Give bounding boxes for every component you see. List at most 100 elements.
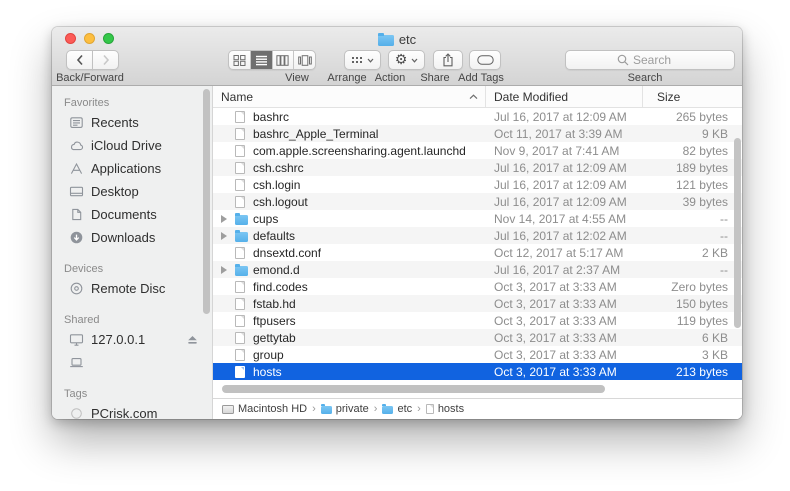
sidebar-item-shared-device[interactable] — [52, 351, 212, 374]
view-columns-button[interactable] — [271, 51, 294, 69]
search-icon — [617, 54, 629, 66]
file-date-modified: Jul 16, 2017 at 12:09 AM — [494, 160, 627, 175]
sidebar-item-documents[interactable]: Documents — [52, 203, 212, 226]
path-separator-icon: › — [312, 402, 316, 415]
file-name: emond.d — [253, 262, 300, 277]
file-name: ftpusers — [253, 313, 296, 328]
file-date-modified: Oct 3, 2017 at 3:33 AM — [494, 347, 617, 362]
file-size: 3 KB — [701, 347, 728, 362]
sidebar-section-devices: Devices Remote Disc — [52, 261, 212, 300]
tag-icon — [476, 55, 494, 65]
drive-icon — [222, 404, 234, 414]
file-name: csh.login — [253, 177, 301, 192]
disc-icon — [69, 282, 84, 295]
share-button[interactable] — [433, 50, 463, 70]
column-header-date-modified[interactable]: Date Modified — [486, 86, 643, 107]
file-row-ftpusers[interactable]: ftpusers Oct 3, 2017 at 3:33 AM 119 bytes — [213, 312, 742, 329]
sidebar-section-shared: Shared 127.0.0.1 — [52, 312, 212, 374]
column-header-name[interactable]: Name — [213, 86, 486, 107]
path-item-label: private — [335, 403, 369, 415]
file-row-cups[interactable]: cups Nov 14, 2017 at 4:55 AM -- — [213, 210, 742, 227]
sidebar-item-remote-disc[interactable]: Remote Disc — [52, 277, 212, 300]
file-name: group — [253, 347, 284, 362]
column-header-size[interactable]: Size — [643, 86, 742, 107]
file-row-hosts[interactable]: hosts Oct 3, 2017 at 3:33 AM 213 bytes — [213, 363, 742, 380]
sidebar-item-desktop[interactable]: Desktop — [52, 180, 212, 203]
path-item-private[interactable]: private — [320, 403, 369, 415]
add-tags-button[interactable] — [469, 50, 501, 70]
file-row-fstab-hd[interactable]: fstab.hd Oct 3, 2017 at 3:33 AM 150 bytes — [213, 295, 742, 312]
file-row-emond-d[interactable]: emond.d Jul 16, 2017 at 2:37 AM -- — [213, 261, 742, 278]
disclosure-triangle-icon[interactable] — [221, 265, 227, 274]
file-row-bashrc-apple-terminal[interactable]: bashrc_Apple_Terminal Oct 11, 2017 at 3:3… — [213, 125, 742, 142]
share-label: Share — [420, 72, 450, 84]
sidebar-section-title: Tags — [64, 388, 88, 400]
path-item-hosts[interactable]: hosts — [425, 403, 464, 415]
file-row-gettytab[interactable]: gettytab Oct 3, 2017 at 3:33 AM 6 KB — [213, 329, 742, 346]
folder-icon — [377, 32, 394, 46]
file-size: 39 bytes — [682, 194, 728, 209]
path-bar: Macintosh HD › private › etc › hosts — [213, 398, 742, 419]
file-size: -- — [720, 228, 728, 243]
file-size: 2 KB — [701, 245, 728, 260]
back-button[interactable] — [66, 50, 93, 70]
view-label: View — [285, 72, 309, 84]
file-row-csh-cshrc[interactable]: csh.cshrc Jul 16, 2017 at 12:09 AM 189 byt… — [213, 159, 742, 176]
display-icon — [69, 333, 84, 346]
forward-button[interactable] — [92, 50, 119, 70]
file-row-find-codes[interactable]: find.codes Oct 3, 2017 at 3:33 AM Zero byt… — [213, 278, 742, 295]
file-icon — [235, 280, 245, 293]
sidebar-item-applications[interactable]: Applications — [52, 157, 212, 180]
file-row-com-apple-screensharing-agent-launchd[interactable]: com.apple.screensharing.agent.launchd Nov… — [213, 142, 742, 159]
sidebar-item-label: Downloads — [91, 230, 156, 245]
view-list-button[interactable] — [249, 51, 272, 69]
file-row-csh-login[interactable]: csh.login Jul 16, 2017 at 12:09 AM 121 byt… — [213, 176, 742, 193]
file-name: dnsextd.conf — [253, 245, 322, 260]
sidebar-item-pcrisk-com[interactable]: PCrisk.com — [52, 402, 212, 419]
view-coverflow-button[interactable] — [293, 51, 315, 69]
view-segmented-control — [228, 50, 316, 70]
file-row-dnsextd-conf[interactable]: dnsextd.conf Oct 12, 2017 at 5:17 AM 2 KB — [213, 244, 742, 261]
file-date-modified: Jul 16, 2017 at 12:09 AM — [494, 109, 627, 124]
vertical-scrollbar[interactable] — [734, 138, 741, 328]
action-button[interactable]: ⚙ — [388, 50, 425, 70]
arrange-button[interactable] — [344, 50, 381, 70]
sidebar-scrollbar[interactable] — [203, 89, 210, 314]
file-size: 6 KB — [701, 330, 728, 345]
disclosure-triangle-icon[interactable] — [221, 231, 227, 240]
file-row-bashrc[interactable]: bashrc Jul 16, 2017 at 12:09 AM 265 bytes — [213, 108, 742, 125]
horizontal-scrollbar[interactable] — [222, 385, 605, 393]
list-header: Name Date Modified Size — [213, 86, 742, 108]
file-date-modified: Jul 16, 2017 at 12:09 AM — [494, 177, 627, 192]
coverflow-view-icon — [297, 54, 312, 66]
sidebar-item-127-0-0-1[interactable]: 127.0.0.1 — [52, 328, 212, 351]
folder-icon — [235, 263, 248, 276]
file-row-csh-logout[interactable]: csh.logout Jul 16, 2017 at 12:09 AM 39 byt… — [213, 193, 742, 210]
sidebar-sections: Favorites Recents iCloud Drive Applications… — [52, 95, 212, 419]
sidebar-item-icloud-drive[interactable]: iCloud Drive — [52, 134, 212, 157]
path-item-etc[interactable]: etc — [382, 403, 412, 415]
sidebar-item-downloads[interactable]: Downloads — [52, 226, 212, 249]
file-row-defaults[interactable]: defaults Jul 16, 2017 at 12:02 AM -- — [213, 227, 742, 244]
disclosure-triangle-icon[interactable] — [221, 214, 227, 223]
eject-icon[interactable] — [186, 334, 199, 345]
file-name: hosts — [253, 364, 282, 379]
file-name: com.apple.screensharing.agent.launchd — [253, 143, 466, 158]
sidebar-item-label: Desktop — [91, 184, 139, 199]
sidebar-item-recents[interactable]: Recents — [52, 111, 212, 134]
file-size: 189 bytes — [675, 160, 728, 175]
file-row-group[interactable]: group Oct 3, 2017 at 3:33 AM 3 KB — [213, 346, 742, 363]
file-name: fstab.hd — [253, 296, 296, 311]
search-input[interactable] — [633, 53, 683, 67]
file-date-modified: Jul 16, 2017 at 12:02 AM — [494, 228, 627, 243]
view-grid-button[interactable] — [229, 51, 250, 69]
back-forward-label: Back/Forward — [56, 72, 124, 84]
path-item-macintosh-hd[interactable]: Macintosh HD — [222, 403, 307, 415]
path-item-label: Macintosh HD — [238, 403, 308, 415]
window-content: Favorites Recents iCloud Drive Applications… — [52, 86, 742, 419]
file-date-modified: Oct 11, 2017 at 3:39 AM — [494, 126, 623, 141]
file-name: find.codes — [253, 279, 308, 294]
name-column-label: Name — [221, 89, 254, 104]
list-view-icon — [255, 55, 267, 65]
search-field[interactable] — [565, 50, 735, 70]
